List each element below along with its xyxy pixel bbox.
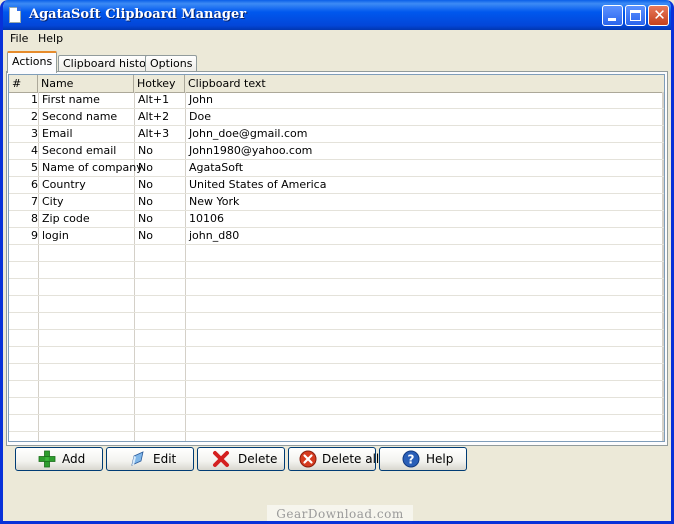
row-clipboard-text: John [189, 93, 213, 106]
row-clipboard-text: AgataSoft [189, 161, 244, 174]
grid-row-line [9, 329, 664, 330]
title-bar[interactable]: AgataSoft Clipboard Manager ✕ [3, 0, 671, 30]
plus-icon [38, 450, 56, 468]
menu-bar: File Help [3, 30, 671, 48]
window-title: AgataSoft Clipboard Manager [29, 7, 247, 22]
table-row[interactable]: 3 Email Alt+3 John_doe@gmail.com [9, 126, 662, 143]
grid-row-line [9, 312, 664, 313]
grid-row-line [9, 278, 664, 279]
row-name: Name of company [42, 161, 143, 174]
row-clipboard-text: New York [189, 195, 240, 208]
row-clipboard-text: United States of America [189, 178, 327, 191]
delete-all-button[interactable]: Delete all [288, 447, 380, 471]
grid-row-line [9, 414, 664, 415]
row-hotkey: No [138, 229, 153, 242]
grid-row-line [9, 295, 664, 296]
row-name: City [42, 195, 64, 208]
row-number: 3 [31, 127, 38, 140]
table-row[interactable]: 5 Name of company No AgataSoft [9, 160, 662, 177]
minimize-icon [608, 18, 616, 21]
row-number: 9 [31, 229, 38, 242]
row-name: Second name [42, 110, 118, 123]
row-hotkey: Alt+2 [138, 110, 170, 123]
grid-edge [662, 92, 664, 441]
row-clipboard-text: John1980@yahoo.com [189, 144, 313, 157]
help-button[interactable]: ? Help [379, 447, 467, 471]
table-row[interactable]: 1 First name Alt+1 John [9, 92, 662, 109]
row-number: 5 [31, 161, 38, 174]
row-hotkey: No [138, 178, 153, 191]
row-hotkey: No [138, 212, 153, 225]
delete-button[interactable]: Delete [197, 447, 285, 471]
row-number: 8 [31, 212, 38, 225]
row-name: Country [42, 178, 86, 191]
row-clipboard-text: Doe [189, 110, 211, 123]
row-number: 2 [31, 110, 38, 123]
edit-button[interactable]: Edit [106, 447, 194, 471]
row-clipboard-text: john_d80 [189, 229, 240, 242]
svg-text:?: ? [408, 453, 415, 467]
delete-all-button-label: Delete all [322, 452, 380, 466]
edit-button-label: Edit [153, 452, 177, 466]
row-name: Zip code [42, 212, 90, 225]
table-row[interactable]: 2 Second name Alt+2 Doe [9, 109, 662, 126]
close-button[interactable]: ✕ [648, 5, 669, 26]
app-icon[interactable] [9, 7, 21, 23]
app-window: AgataSoft Clipboard Manager ✕ File Help … [0, 0, 674, 524]
row-number: 4 [31, 144, 38, 157]
stop-icon [299, 450, 317, 468]
column-header-name[interactable]: Name [38, 75, 134, 92]
question-icon: ? [402, 450, 420, 468]
column-header-clipboard-text[interactable]: Clipboard text [185, 75, 664, 92]
menu-file[interactable]: File [10, 32, 28, 45]
menu-help[interactable]: Help [38, 32, 63, 45]
column-header-number[interactable]: # [9, 75, 38, 92]
column-header-hotkey[interactable]: Hotkey [134, 75, 185, 92]
tab-actions[interactable]: Actions [7, 51, 58, 73]
x-icon [213, 451, 229, 467]
row-clipboard-text: John_doe@gmail.com [189, 127, 308, 140]
table-row[interactable]: 9 login No john_d80 [9, 228, 662, 245]
row-hotkey: No [138, 195, 153, 208]
maximize-icon [630, 10, 641, 21]
grid-row-line [9, 346, 664, 347]
add-button-label: Add [62, 452, 86, 466]
help-button-label: Help [426, 452, 454, 466]
row-number: 1 [31, 93, 38, 106]
grid-header: # Name Hotkey Clipboard text [9, 75, 664, 93]
table-row[interactable]: 7 City No New York [9, 194, 662, 211]
maximize-button[interactable] [625, 5, 646, 26]
actions-grid[interactable]: # Name Hotkey Clipboard text 1 First name… [8, 74, 665, 442]
row-name: First name [42, 93, 100, 106]
row-name: login [42, 229, 69, 242]
add-button[interactable]: Add [15, 447, 103, 471]
row-clipboard-text: 10106 [189, 212, 224, 225]
row-number: 7 [31, 195, 38, 208]
grid-row-line [9, 363, 664, 364]
minimize-button[interactable] [602, 5, 623, 26]
close-icon: ✕ [653, 6, 666, 24]
table-row[interactable]: 8 Zip code No 10106 [9, 211, 662, 228]
watermark: GearDownload.com [267, 505, 413, 521]
tab-options[interactable]: Options [145, 55, 198, 72]
pen-icon [131, 451, 144, 466]
row-name: Second email [42, 144, 117, 157]
table-row[interactable]: 6 Country No United States of America [9, 177, 662, 194]
row-number: 6 [31, 178, 38, 191]
row-hotkey: Alt+3 [138, 127, 170, 140]
grid-row-line [9, 397, 664, 398]
grid-row-line [9, 261, 664, 262]
row-hotkey: No [138, 161, 153, 174]
row-hotkey: No [138, 144, 153, 157]
delete-button-label: Delete [238, 452, 278, 466]
row-hotkey: Alt+1 [138, 93, 170, 106]
grid-row-line [9, 380, 664, 381]
table-row[interactable]: 4 Second email No John1980@yahoo.com [9, 143, 662, 160]
grid-row-line [9, 431, 664, 432]
row-name: Email [42, 127, 73, 140]
